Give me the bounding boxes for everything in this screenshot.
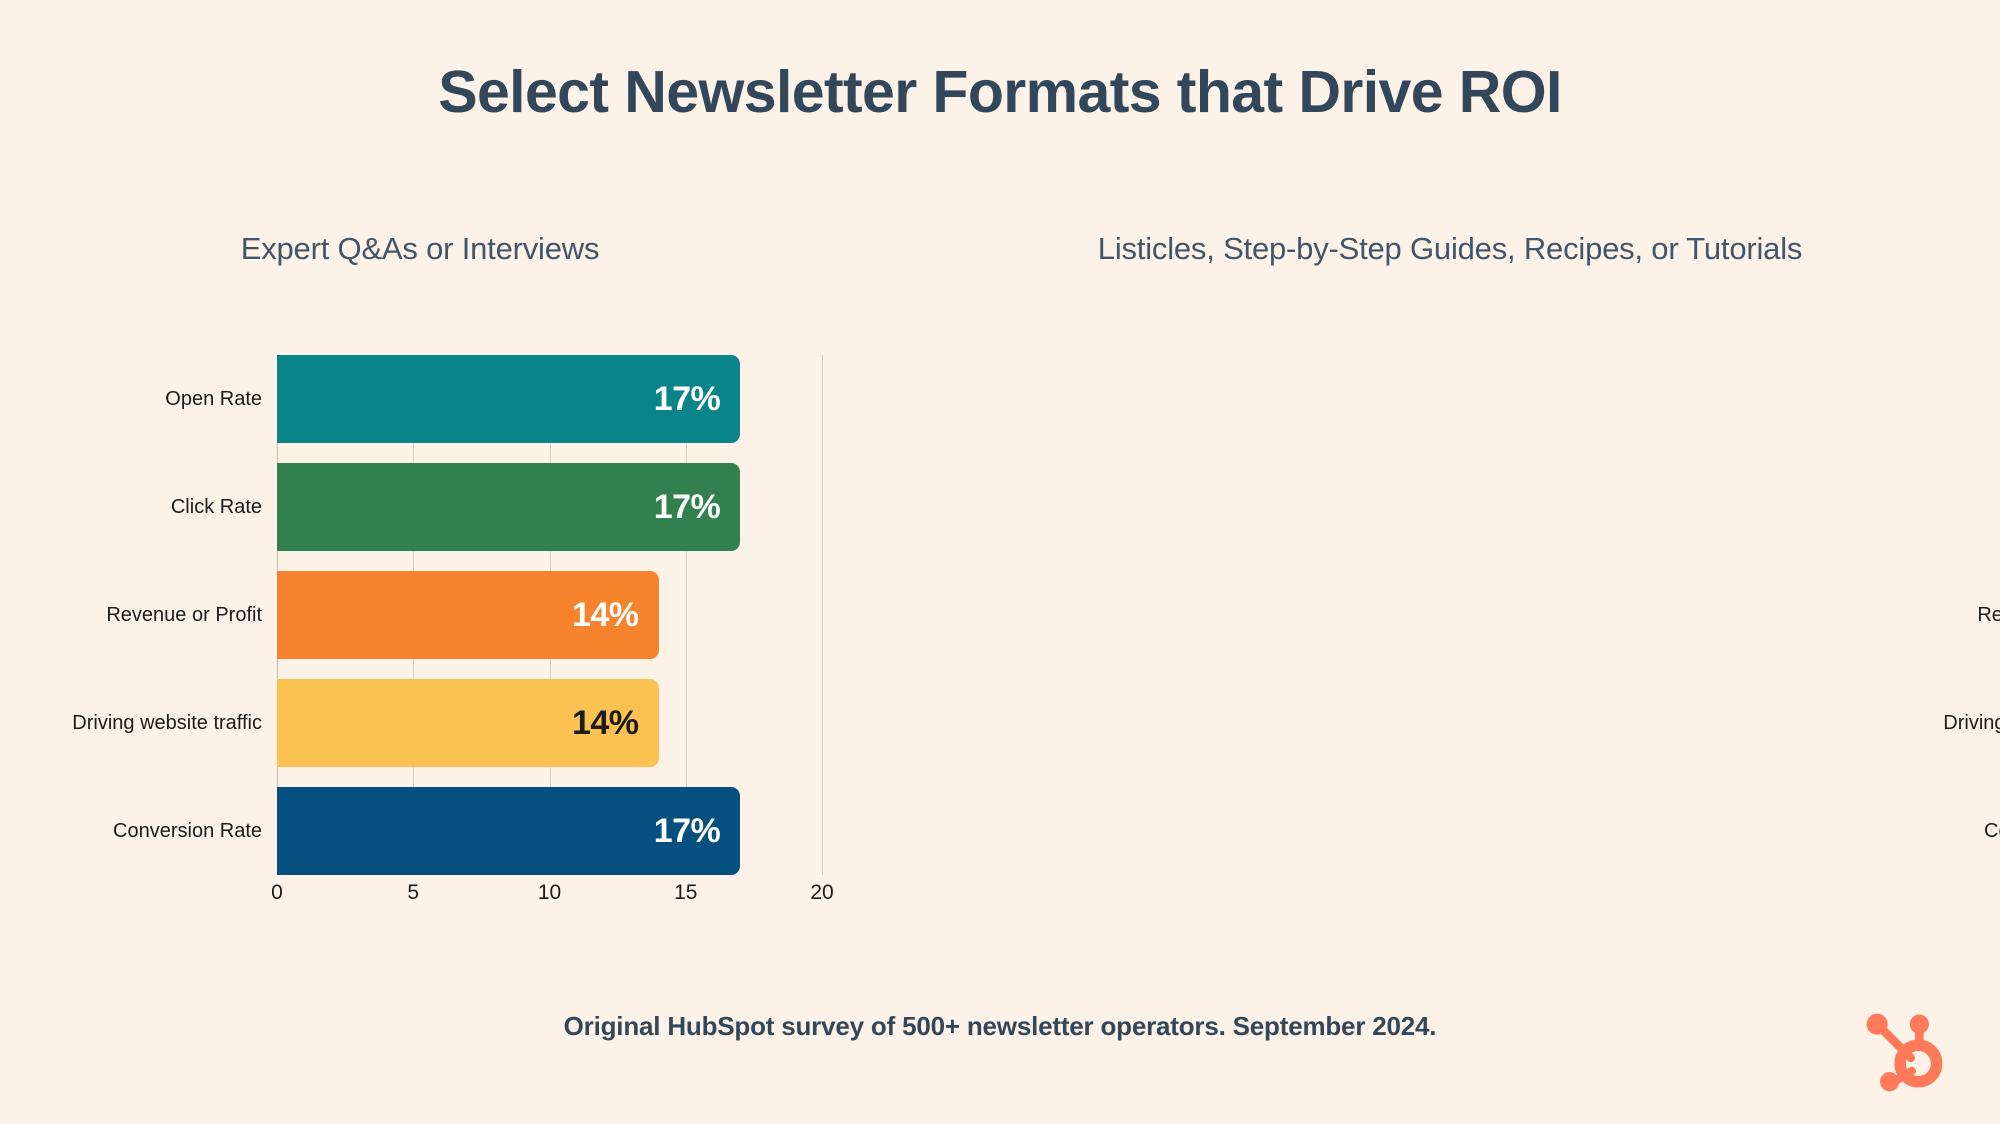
bar-left-1[interactable]: 17% [277, 463, 741, 551]
bar-row[interactable]: Revenue or Profit 14% [106, 571, 822, 659]
category-label: Driving website traffic [72, 711, 262, 734]
x-axis-left: 0 5 10 15 20 [271, 875, 834, 915]
chart-panel-right: Listicles, Step-by-Step Guides, Recipes,… [900, 230, 2000, 930]
bar-row[interactable]: Click Rate 17% [171, 463, 822, 551]
category-label: Driving website traffic [1943, 711, 2000, 734]
gridline-20 [822, 355, 823, 875]
bar-value-label: 14% [571, 595, 639, 634]
bar-row[interactable]: Conversion Rate 17% [113, 787, 822, 875]
category-label: Revenue or Profit [1977, 603, 2000, 626]
category-label: Revenue or Profit [106, 603, 262, 626]
category-label: Click Rate [170, 495, 262, 518]
bar-value-label: 14% [571, 703, 639, 742]
x-tick-15: 15 [674, 881, 698, 904]
chart-title-left: Expert Q&As or Interviews [240, 231, 600, 266]
bar-row[interactable]: Open Rate 17% [165, 355, 822, 443]
bar-rows-left: Open Rate 17% Click Rate 17% Revenue or Prof… [72, 355, 822, 875]
category-label: Open Rate [165, 387, 262, 410]
bar-left-0[interactable]: 17% [277, 355, 741, 443]
page-title: Select Newsletter Formats that Drive ROI [438, 59, 1562, 125]
infographic-page: Select Newsletter Formats that Drive ROI… [0, 0, 2000, 1124]
x-tick-5: 5 [407, 881, 420, 904]
bar-value-label: 17% [653, 487, 721, 526]
chart-panel-left: Expert Q&As or Interviews Open Rate 17% Cl… [0, 230, 900, 930]
charts-container: Expert Q&As or Interviews Open Rate 17% Cl… [0, 230, 2000, 930]
category-label: Conversion Rate [113, 819, 262, 842]
source-note: Original HubSpot survey of 500+ newslett… [563, 1011, 1437, 1041]
category-label: Conversion Rate [1984, 819, 2000, 842]
hubspot-logo-icon [1866, 1013, 1943, 1092]
bar-value-label: 17% [653, 379, 721, 418]
bar-value-label: 17% [653, 811, 721, 850]
chart-title-right: Listicles, Step-by-Step Guides, Recipes,… [1097, 231, 1803, 266]
x-tick-20: 20 [810, 881, 834, 904]
x-tick-0: 0 [271, 881, 283, 904]
bar-left-4[interactable]: 17% [277, 787, 741, 875]
plot-area-left: Open Rate 17% Click Rate 17% Revenue or Prof… [72, 355, 834, 904]
bar-left-3[interactable]: 14% [277, 679, 659, 767]
x-tick-10: 10 [537, 881, 562, 904]
bar-row[interactable]: Driving website traffic 14% [72, 679, 822, 767]
bar-left-2[interactable]: 14% [277, 571, 659, 659]
